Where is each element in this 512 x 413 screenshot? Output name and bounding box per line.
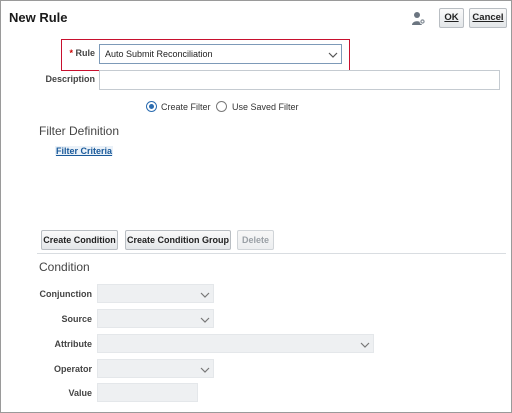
create-filter-label[interactable]: Create Filter (161, 102, 211, 112)
value-label: Value (68, 388, 92, 398)
create-condition-group-button[interactable]: Create Condition Group (125, 230, 231, 250)
conjunction-label: Conjunction (39, 289, 93, 299)
chevron-down-icon (200, 292, 210, 298)
rule-label-text: Rule (75, 48, 95, 58)
source-select[interactable] (97, 309, 214, 328)
description-input[interactable] (99, 70, 500, 90)
ok-button[interactable]: OK (439, 8, 464, 28)
chevron-down-icon (200, 367, 210, 373)
condition-heading: Condition (39, 260, 90, 274)
new-rule-dialog: New Rule OK Cancel * Rule Auto Submit Re… (0, 0, 512, 413)
chevron-down-icon (328, 52, 338, 58)
operator-select[interactable] (97, 359, 214, 378)
conjunction-select[interactable] (97, 284, 214, 303)
filter-criteria-link[interactable]: Filter Criteria (55, 146, 114, 156)
use-saved-filter-radio[interactable] (216, 101, 227, 112)
chevron-down-icon (200, 317, 210, 323)
rule-select-value: Auto Submit Reconciliation (105, 49, 213, 59)
description-label: Description (45, 74, 95, 84)
rule-label: * Rule (65, 48, 95, 58)
delete-button[interactable]: Delete (237, 230, 274, 250)
user-settings-icon[interactable] (412, 11, 426, 26)
chevron-down-icon (360, 342, 370, 348)
create-condition-button[interactable]: Create Condition (41, 230, 118, 250)
attribute-label: Attribute (54, 339, 93, 349)
required-marker: * (69, 48, 73, 58)
filter-definition-heading: Filter Definition (39, 124, 120, 138)
cancel-button[interactable]: Cancel (469, 8, 507, 28)
value-input[interactable] (97, 383, 198, 402)
attribute-select[interactable] (97, 334, 374, 353)
operator-label: Operator (53, 364, 92, 374)
rule-select[interactable]: Auto Submit Reconciliation (99, 44, 342, 64)
source-label: Source (61, 314, 92, 324)
section-divider (37, 253, 506, 254)
dialog-title: New Rule (9, 10, 68, 25)
use-saved-filter-label[interactable]: Use Saved Filter (232, 102, 299, 112)
create-filter-radio[interactable] (146, 101, 157, 112)
